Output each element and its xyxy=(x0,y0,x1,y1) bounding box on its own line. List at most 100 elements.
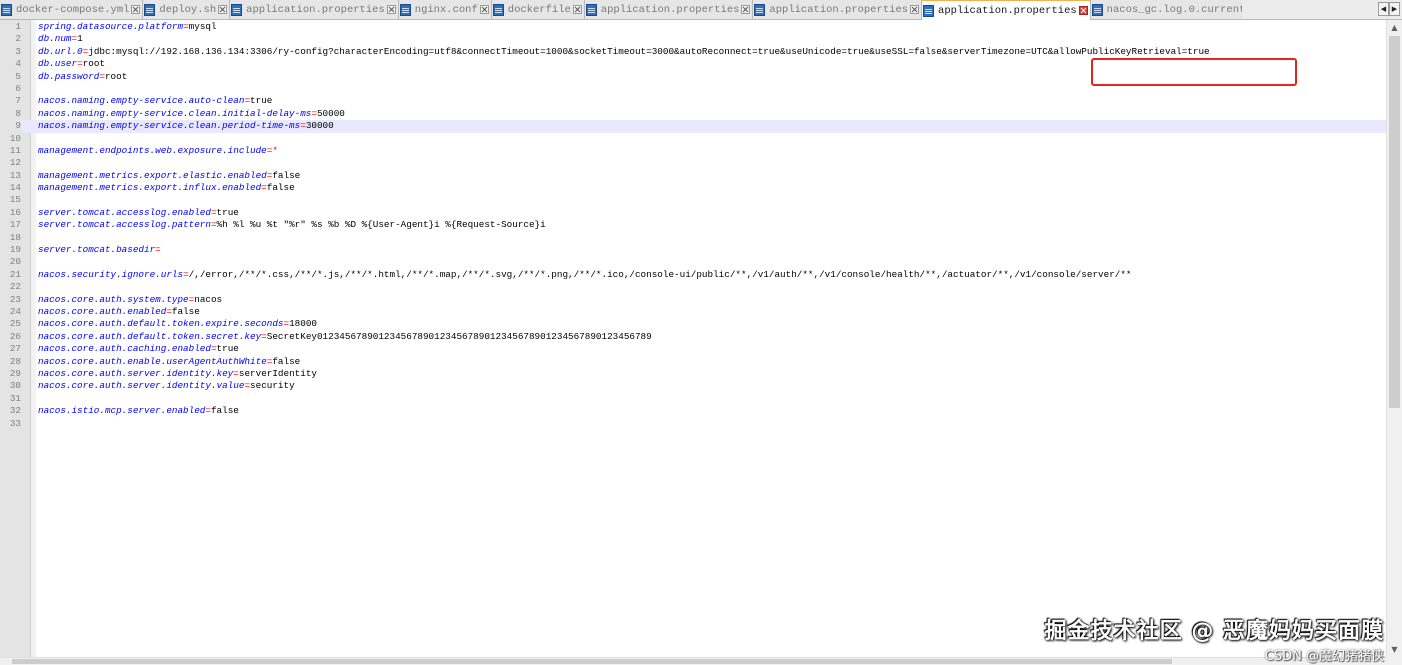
close-icon[interactable] xyxy=(479,5,489,14)
code-line[interactable]: 31 xyxy=(0,393,1386,405)
tab-6[interactable]: application.properties xyxy=(753,0,923,19)
line-number: 9 xyxy=(0,120,21,133)
tab-1[interactable]: deploy.sh xyxy=(143,0,231,19)
code-line[interactable]: 12 xyxy=(0,157,1386,169)
code-line[interactable]: 18 xyxy=(0,232,1386,244)
tab-2[interactable]: application.properties xyxy=(230,0,399,19)
code-line[interactable]: 7 nacos.naming.empty-service.auto-clean=t… xyxy=(0,95,1386,107)
file-icon xyxy=(585,3,597,16)
tab-label: deploy.sh xyxy=(159,3,217,16)
code-line[interactable]: 11 management.endpoints.web.exposure.incl… xyxy=(0,145,1386,157)
line-number: 6 xyxy=(15,82,21,94)
property-value: SecretKey0123456789012345678901234567890… xyxy=(266,330,652,342)
line-code: server.tomcat.basedir= xyxy=(38,244,161,256)
line-number: 31 xyxy=(9,392,21,404)
property-value: 30000 xyxy=(305,120,334,132)
tab-scroll-right-icon[interactable]: ▶ xyxy=(1389,2,1400,16)
line-number: 23 xyxy=(9,293,21,305)
line-code: management.endpoints.web.exposure.includ… xyxy=(38,145,278,157)
tab-5[interactable]: application.properties xyxy=(584,0,754,19)
code-line[interactable]: 3 db.url.0=jdbc:mysql://192.168.136.134:3… xyxy=(0,46,1386,58)
line-code: nacos.istio.mcp.server.enabled=false xyxy=(38,405,239,417)
tab-4[interactable]: dockerfile xyxy=(491,0,585,19)
line-code: nacos.core.auth.default.token.expire.sec… xyxy=(38,318,317,330)
scroll-corner xyxy=(1386,657,1402,665)
property-value: false xyxy=(171,305,200,317)
tab-bar: docker-compose.yml deploy.sh application.p… xyxy=(0,0,1402,20)
code-line[interactable]: 20 xyxy=(0,256,1386,268)
property-value: security xyxy=(250,380,295,392)
tab-7[interactable]: application.properties xyxy=(922,0,1091,20)
code-line[interactable]: 16 server.tomcat.accesslog.enabled=true xyxy=(0,207,1386,219)
property-key: management.endpoints.web.exposure.includ… xyxy=(38,144,267,156)
code-line[interactable]: 28 nacos.core.auth.enable.userAgentAuthWh… xyxy=(0,356,1386,368)
line-code: server.tomcat.accesslog.pattern=%h %l %u… xyxy=(38,219,546,231)
code-line[interactable]: 14 management.metrics.export.influx.enabl… xyxy=(0,182,1386,194)
code-line[interactable]: 21 nacos.security.ignore.urls=/,/error,/*… xyxy=(0,269,1386,281)
code-line[interactable]: 27 nacos.core.auth.caching.enabled=true xyxy=(0,343,1386,355)
code-line[interactable]: 33 xyxy=(0,418,1386,430)
code-line[interactable]: 2 db.num=1 xyxy=(0,33,1386,45)
line-number: 14 xyxy=(9,182,21,194)
line-code: db.password=root xyxy=(38,71,127,83)
annotation-highlight-box xyxy=(1091,58,1297,86)
code-line[interactable]: 17 server.tomcat.accesslog.pattern=%h %l … xyxy=(0,219,1386,231)
code-line[interactable]: 30 nacos.core.auth.server.identity.value=… xyxy=(0,380,1386,392)
code-line[interactable]: 10 xyxy=(0,133,1386,145)
property-key: db.url.0 xyxy=(38,45,83,57)
line-code: nacos.core.auth.server.identity.value=se… xyxy=(38,380,295,392)
property-value: false xyxy=(272,169,301,181)
close-icon[interactable] xyxy=(741,5,751,14)
property-key: db.user xyxy=(38,58,78,70)
vertical-scroll-thumb[interactable] xyxy=(1389,36,1400,408)
line-number: 12 xyxy=(9,157,21,169)
horizontal-scroll-thumb[interactable] xyxy=(12,659,1172,664)
code-line[interactable]: 19 server.tomcat.basedir= xyxy=(0,244,1386,256)
close-icon[interactable] xyxy=(386,5,396,14)
code-line[interactable]: 23 nacos.core.auth.system.type=nacos xyxy=(0,294,1386,306)
file-icon xyxy=(754,3,766,16)
line-number: 32 xyxy=(9,405,21,417)
property-value: false xyxy=(272,355,301,367)
code-line[interactable]: 22 xyxy=(0,281,1386,293)
property-key: nacos.core.auth.system.type xyxy=(38,293,189,305)
line-number: 25 xyxy=(9,318,21,330)
close-icon[interactable] xyxy=(572,5,582,14)
line-code: nacos.core.auth.caching.enabled=true xyxy=(38,343,239,355)
close-icon[interactable] xyxy=(1078,6,1088,15)
property-key: db.num xyxy=(38,33,72,45)
code-line[interactable]: 9 nacos.naming.empty-service.clean.period… xyxy=(0,120,1386,133)
property-value: root xyxy=(104,70,128,82)
line-code: nacos.core.auth.enabled=false xyxy=(38,306,200,318)
code-line[interactable]: 29 nacos.core.auth.server.identity.key=se… xyxy=(0,368,1386,380)
code-line[interactable]: 1 spring.datasource.platform=mysql xyxy=(0,21,1386,33)
code-line[interactable]: 24 nacos.core.auth.enabled=false xyxy=(0,306,1386,318)
code-line[interactable]: 13 management.metrics.export.elastic.enab… xyxy=(0,170,1386,182)
editor-window: docker-compose.yml deploy.sh application.p… xyxy=(0,0,1402,665)
code-line[interactable]: 25 nacos.core.auth.default.token.expire.s… xyxy=(0,318,1386,330)
tab-3[interactable]: nginx.conf xyxy=(398,0,492,19)
vertical-scrollbar[interactable]: ▲ ▼ xyxy=(1386,20,1402,657)
line-code: nacos.naming.empty-service.clean.initial… xyxy=(38,108,345,120)
close-icon[interactable] xyxy=(131,5,141,14)
code-line[interactable]: 26 nacos.core.auth.default.token.secret.k… xyxy=(0,331,1386,343)
line-number: 8 xyxy=(15,107,21,119)
tab-label: dockerfile xyxy=(507,3,571,16)
scroll-up-icon[interactable]: ▲ xyxy=(1387,20,1402,35)
tab-label: nacos_gc.log.0.current xyxy=(1106,3,1242,16)
code-line[interactable]: 8 nacos.naming.empty-service.clean.initia… xyxy=(0,108,1386,120)
tab-scroll-left-icon[interactable]: ◀ xyxy=(1378,2,1389,16)
horizontal-scrollbar[interactable] xyxy=(0,657,1386,665)
line-number: 13 xyxy=(9,169,21,181)
tab-8[interactable]: nacos_gc.log.0.current xyxy=(1090,0,1242,19)
scroll-down-icon[interactable]: ▼ xyxy=(1387,642,1402,657)
property-value: 18000 xyxy=(289,318,317,330)
code-editor[interactable]: 1 spring.datasource.platform=mysql 2 db.num… xyxy=(0,20,1386,657)
property-key: nacos.istio.mcp.server.enabled xyxy=(38,405,206,417)
close-icon[interactable] xyxy=(218,5,228,14)
close-icon[interactable] xyxy=(910,5,920,14)
property-value: nacos xyxy=(194,293,223,305)
tab-0[interactable]: docker-compose.yml xyxy=(0,0,144,19)
code-line[interactable]: 15 xyxy=(0,194,1386,206)
code-line[interactable]: 32 nacos.istio.mcp.server.enabled=false xyxy=(0,405,1386,417)
